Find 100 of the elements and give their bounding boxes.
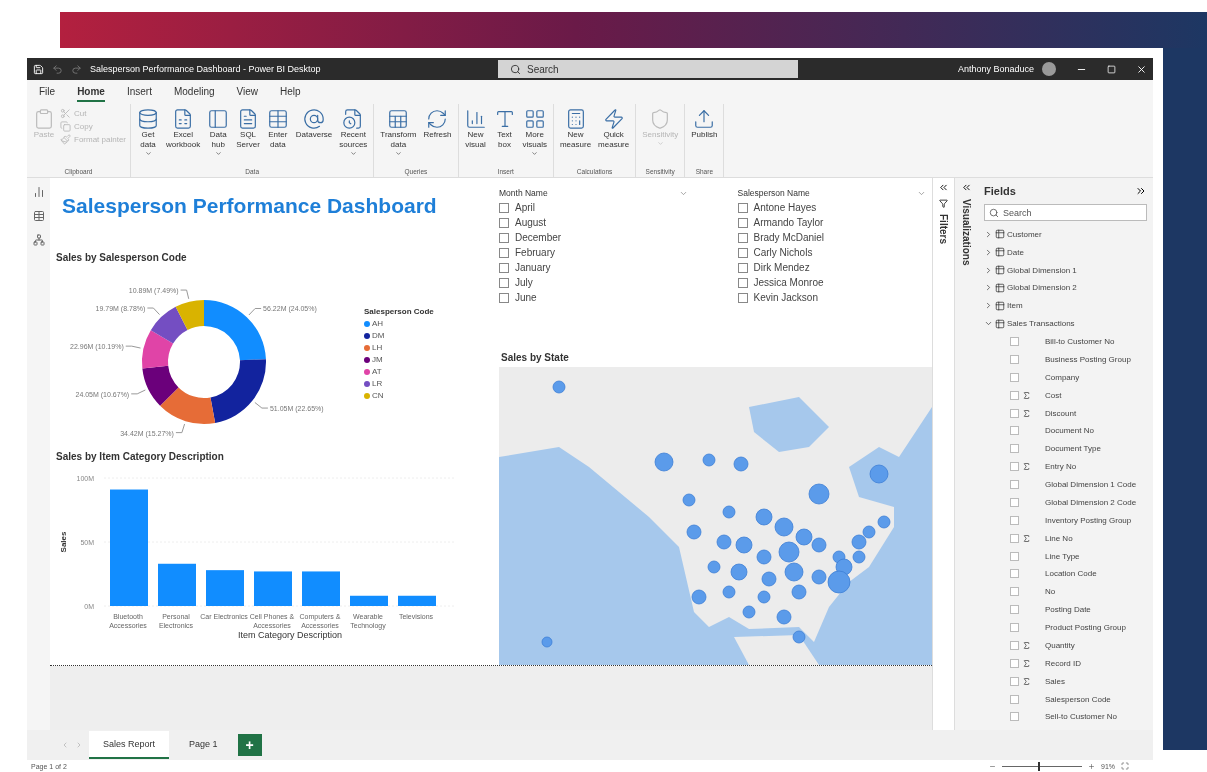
checkbox[interactable] (1010, 658, 1019, 668)
field-item[interactable]: Location Code (984, 565, 1147, 583)
checkbox[interactable] (1010, 480, 1019, 490)
ribbon-button[interactable]: Recent sources (337, 108, 370, 157)
collapse-icon[interactable] (938, 182, 949, 193)
checkbox[interactable] (737, 232, 748, 243)
checkbox[interactable] (737, 217, 748, 228)
checkbox[interactable] (499, 292, 509, 303)
save-icon[interactable] (33, 63, 44, 75)
report-view-icon[interactable] (32, 186, 45, 198)
slicer-item[interactable]: February (499, 247, 688, 258)
ribbon-button[interactable]: Excel workbook (164, 108, 203, 150)
slicer-item[interactable]: July (499, 277, 688, 288)
zoom-in-icon[interactable] (1088, 762, 1095, 770)
checkbox[interactable] (1010, 372, 1019, 382)
search-field[interactable]: Search (498, 60, 798, 78)
checkbox[interactable] (499, 202, 509, 213)
field-item[interactable]: Global Dimension 2 Code (984, 493, 1147, 512)
checkbox[interactable] (499, 277, 509, 288)
table-item[interactable]: Global Dimension 1 (984, 261, 1147, 280)
checkbox[interactable] (499, 247, 509, 258)
slicer-item[interactable]: August (499, 217, 688, 228)
checkbox[interactable] (1010, 605, 1019, 615)
field-item[interactable]: Global Dimension 1 Code (984, 475, 1147, 494)
checkbox[interactable] (1010, 444, 1019, 454)
close-icon[interactable] (1136, 63, 1147, 75)
scroll-left-icon[interactable] (61, 741, 69, 749)
checkbox[interactable] (737, 262, 748, 273)
checkbox[interactable] (1010, 462, 1019, 472)
ribbon-button[interactable]: New measure (557, 108, 594, 150)
checkbox[interactable] (1010, 390, 1019, 400)
ribbon-button[interactable]: Publish (689, 108, 720, 140)
table-item[interactable]: Global Dimension 2 (984, 279, 1147, 297)
checkbox[interactable] (1010, 676, 1019, 686)
checkbox[interactable] (1010, 337, 1019, 347)
field-item[interactable]: Line No (984, 529, 1147, 548)
menu-tab[interactable]: Insert (126, 82, 152, 102)
slicer-item[interactable]: December (499, 232, 688, 243)
visualizations-pane[interactable]: Visualizations (954, 178, 978, 730)
table-item[interactable]: Item (984, 296, 1147, 315)
ribbon-button[interactable]: SQL Server (234, 108, 262, 150)
collapse-icon[interactable] (961, 182, 972, 193)
ribbon-button[interactable]: New visual (462, 108, 489, 150)
slicer-item[interactable]: Dirk Mendez (737, 262, 926, 273)
add-page-button[interactable]: + (237, 734, 262, 756)
table-item[interactable]: Sales Transactions (984, 314, 1147, 333)
field-item[interactable]: Salesperson Code (984, 690, 1147, 709)
checkbox[interactable] (1010, 587, 1019, 597)
page-tab[interactable]: Sales Report (89, 731, 170, 759)
checkbox[interactable] (1010, 533, 1019, 543)
table-item[interactable]: Customer (984, 225, 1147, 244)
checkbox[interactable] (1010, 515, 1019, 525)
checkbox[interactable] (499, 262, 509, 273)
slicer-item[interactable]: April (499, 202, 688, 213)
menu-tab[interactable]: Help (280, 82, 301, 102)
slicer-item[interactable]: Kevin Jackson (737, 292, 926, 303)
model-view-icon[interactable] (32, 234, 45, 246)
field-item[interactable]: Line Type (984, 547, 1147, 566)
field-item[interactable]: No (984, 582, 1147, 601)
field-item[interactable]: Sales (984, 672, 1147, 691)
field-item[interactable]: Document Type (984, 439, 1147, 458)
checkbox[interactable] (1010, 551, 1019, 561)
checkbox[interactable] (1010, 426, 1019, 436)
field-item[interactable]: Inventory Posting Group (984, 511, 1147, 530)
redo-icon[interactable] (71, 63, 82, 75)
page-tab[interactable]: Page 1 (175, 731, 232, 759)
slicer-item[interactable]: Jessica Monroe (737, 277, 926, 288)
ribbon-button[interactable]: Quick measure (596, 108, 632, 150)
checkbox[interactable] (1010, 623, 1019, 633)
checkbox[interactable] (499, 232, 509, 243)
menu-tab[interactable]: Home (77, 82, 105, 102)
field-item[interactable]: Quantity (984, 636, 1147, 655)
field-item[interactable]: Business Posting Group (984, 350, 1147, 369)
checkbox[interactable] (737, 277, 748, 288)
slicer-item[interactable]: June (499, 292, 688, 303)
slicer-item[interactable]: Antone Hayes (737, 202, 926, 213)
table-view-icon[interactable] (32, 210, 45, 222)
slicer-item[interactable]: Carly Nichols (737, 247, 926, 258)
field-item[interactable]: Sell-to Customer No (984, 708, 1147, 726)
menu-tab[interactable]: View (236, 82, 259, 102)
ribbon-button[interactable]: Get data (135, 108, 162, 157)
checkbox[interactable] (1010, 498, 1019, 507)
ribbon-button[interactable]: Refresh (421, 108, 454, 140)
checkbox[interactable] (1010, 712, 1019, 722)
field-item[interactable]: Entry No (984, 457, 1147, 476)
undo-icon[interactable] (52, 63, 63, 75)
ribbon-button[interactable]: Text box (491, 108, 518, 150)
field-item[interactable]: Posting Date (984, 600, 1147, 619)
field-item[interactable]: Bill-to Customer No (984, 332, 1147, 351)
checkbox[interactable] (1010, 641, 1019, 650)
field-item[interactable]: Discount (984, 404, 1147, 423)
checkbox[interactable] (737, 292, 748, 303)
checkbox[interactable] (1010, 694, 1019, 704)
field-item[interactable]: Company (984, 368, 1147, 387)
scroll-right-icon[interactable] (75, 741, 83, 749)
checkbox[interactable] (499, 217, 509, 228)
table-item[interactable]: Date (984, 243, 1147, 262)
ribbon-button[interactable]: Transform data (378, 108, 419, 157)
ribbon-button[interactable]: Data hub (205, 108, 232, 157)
field-item[interactable]: Document No (984, 422, 1147, 440)
